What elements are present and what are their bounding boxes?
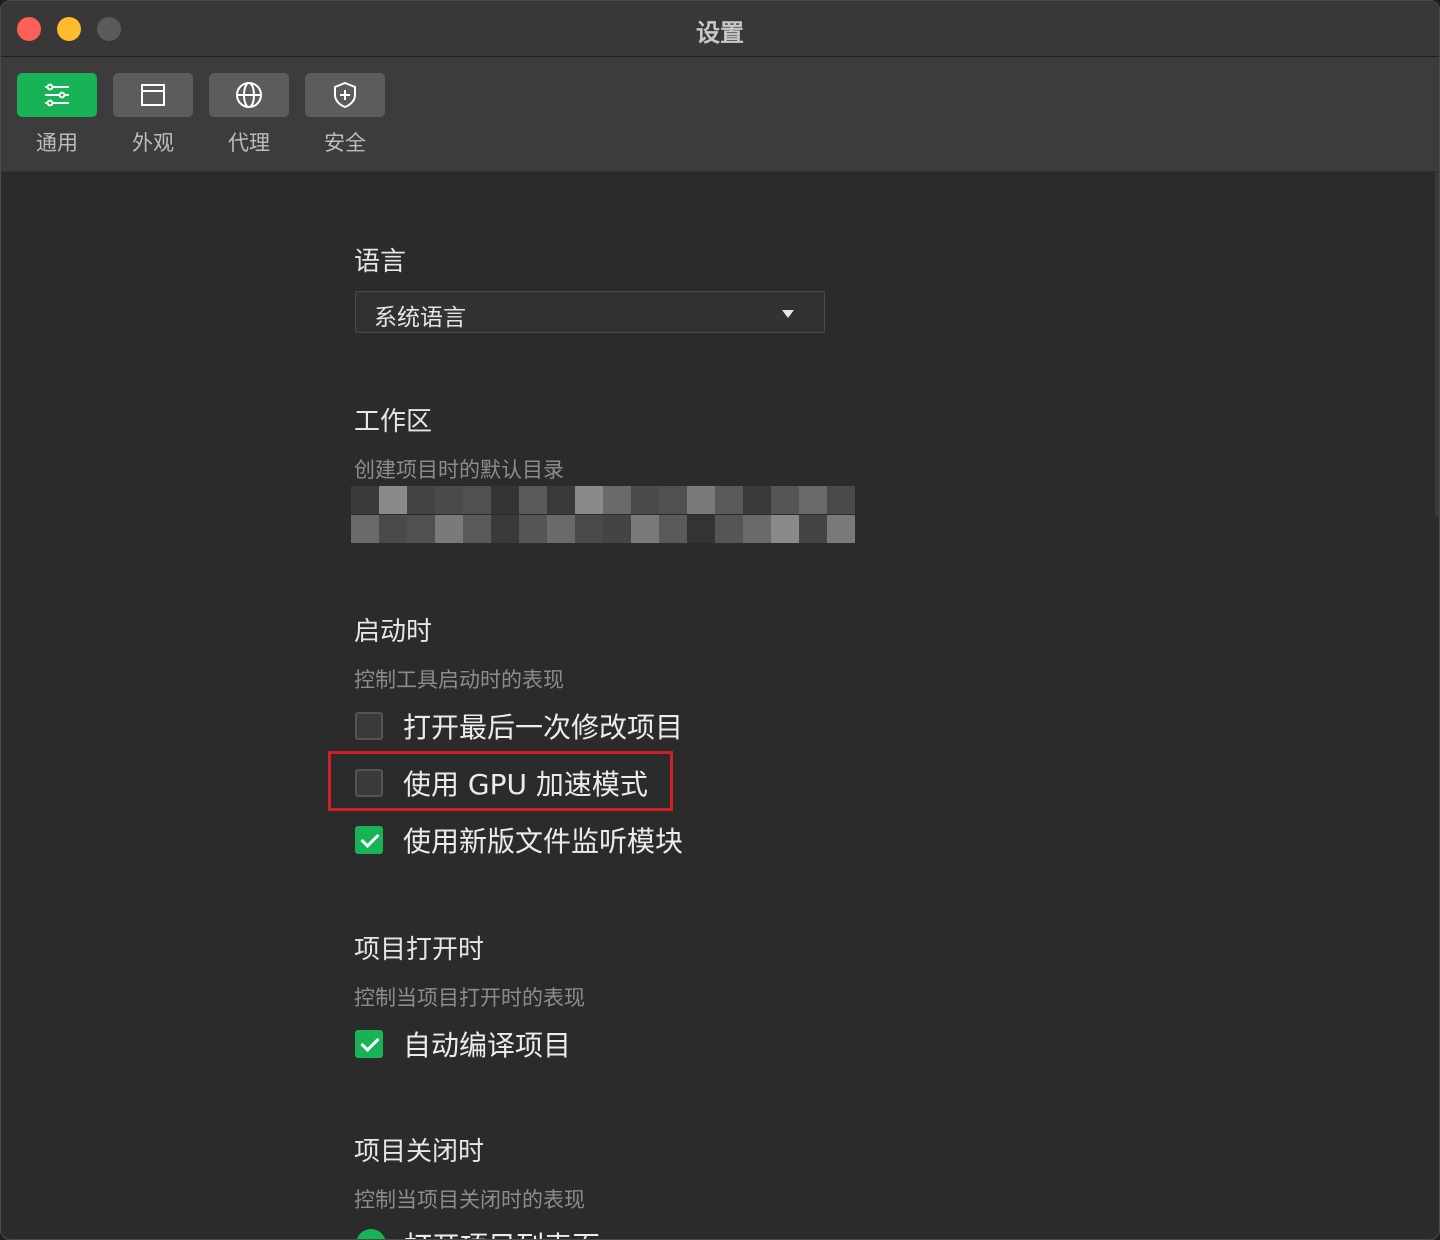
tab-proxy-label: 代理 xyxy=(228,131,270,155)
checkbox[interactable] xyxy=(355,712,383,740)
window-title: 设置 xyxy=(696,19,744,47)
radio-label: 打开项目列表页 xyxy=(404,1225,600,1239)
checkbox[interactable] xyxy=(355,1030,383,1058)
sliders-icon xyxy=(17,73,97,117)
checkbox-label: 自动编译项目 xyxy=(403,1029,572,1062)
settings-tabs: 通用 外观 代理 安全 xyxy=(1,57,1439,172)
tab-appearance-label: 外观 xyxy=(132,131,174,155)
window-icon xyxy=(113,73,193,117)
checkbox[interactable] xyxy=(355,826,383,854)
chevron-down-icon xyxy=(782,310,794,318)
workspace-title: 工作区 xyxy=(354,407,433,437)
settings-window: 设置 通用 外观 代理 安全 语言 系统语言 工作区 创建项目时的默认目录 启动… xyxy=(0,0,1440,1240)
title-bar: 设置 xyxy=(1,1,1439,57)
checkbox-label: 使用 GPU 加速模式 xyxy=(403,768,648,801)
tab-proxy[interactable]: 代理 xyxy=(209,73,289,163)
checkbox-label: 使用新版文件监听模块 xyxy=(403,825,684,858)
settings-content: 语言 系统语言 工作区 创建项目时的默认目录 启动时 控制工具启动时的表现 打开… xyxy=(1,172,1439,1239)
tab-security[interactable]: 安全 xyxy=(305,73,385,163)
tab-security-label: 安全 xyxy=(324,131,366,155)
checkbox-label: 打开最后一次修改项目 xyxy=(403,711,684,744)
language-select-value: 系统语言 xyxy=(374,305,466,331)
radio-button[interactable] xyxy=(356,1229,386,1239)
shield-icon xyxy=(305,73,385,117)
workspace-description: 创建项目时的默认目录 xyxy=(354,458,564,482)
tab-general[interactable]: 通用 xyxy=(17,73,97,163)
project-close-title: 项目关闭时 xyxy=(354,1137,485,1167)
workspace-path-redacted xyxy=(351,486,855,544)
globe-icon xyxy=(209,73,289,117)
language-select[interactable]: 系统语言 xyxy=(355,291,825,333)
project-open-title: 项目打开时 xyxy=(354,935,485,965)
tab-general-label: 通用 xyxy=(36,131,78,155)
startup-title: 启动时 xyxy=(354,617,433,647)
checkbox[interactable] xyxy=(355,769,383,797)
project-open-description: 控制当项目打开时的表现 xyxy=(354,986,585,1010)
language-title: 语言 xyxy=(354,247,407,277)
scrollbar[interactable] xyxy=(1435,172,1439,517)
startup-description: 控制工具启动时的表现 xyxy=(354,668,564,692)
project-close-description: 控制当项目关闭时的表现 xyxy=(354,1188,585,1212)
tab-appearance[interactable]: 外观 xyxy=(113,73,193,163)
